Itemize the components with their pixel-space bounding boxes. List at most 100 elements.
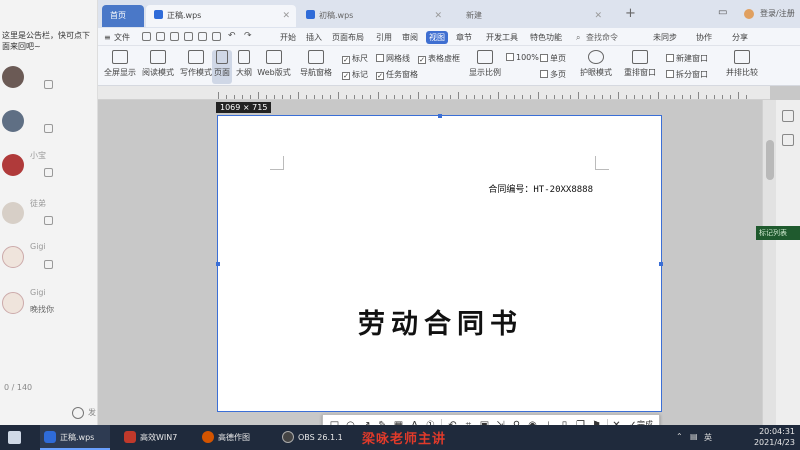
- fullscreen-button[interactable]: 全屏显示: [102, 50, 138, 78]
- chat-row[interactable]: [0, 60, 97, 104]
- print-icon[interactable]: [170, 32, 179, 41]
- web-view-button[interactable]: Web版式: [256, 50, 292, 78]
- writing-mode-button[interactable]: 写作模式: [178, 50, 214, 78]
- menu-insert[interactable]: 插入: [306, 31, 322, 44]
- tab-doc-zhenggao[interactable]: 正稿.wps ✕: [146, 5, 296, 27]
- ruler-tick: [594, 95, 595, 99]
- tab-doc-chugao[interactable]: 初稿.wps ✕: [298, 5, 448, 27]
- compare-button[interactable]: 并排比较: [724, 50, 760, 78]
- ruler-tick: [642, 95, 643, 99]
- menu-references[interactable]: 引用: [376, 31, 392, 44]
- panel-icon[interactable]: [782, 110, 794, 122]
- avatar[interactable]: [744, 9, 754, 19]
- undo-icon[interactable]: ↶: [228, 31, 236, 41]
- search-command[interactable]: 查找命令: [586, 31, 618, 44]
- menu-file[interactable]: 文件: [114, 31, 130, 44]
- menu-review[interactable]: 审阅: [402, 31, 418, 44]
- watermark-text: 梁咏老师主讲: [362, 432, 447, 447]
- outline-button[interactable]: 大纲: [234, 50, 254, 78]
- close-icon[interactable]: ✕: [282, 5, 290, 27]
- menu-view[interactable]: 视图: [426, 31, 448, 44]
- chat-input[interactable]: 发: [88, 407, 96, 418]
- ruler-checkbox[interactable]: ✓ 标尺: [342, 53, 368, 64]
- new-window-button[interactable]: 新建窗口: [666, 53, 708, 64]
- clock-time: 20:04:31: [759, 427, 795, 436]
- network-icon[interactable]: ▤: [690, 432, 698, 441]
- preview-icon[interactable]: [184, 32, 193, 41]
- chat-row[interactable]: 小宝: [0, 148, 97, 192]
- outline-icon: [238, 50, 250, 64]
- table-frame-checkbox[interactable]: ✓ 表格虚框: [418, 53, 460, 64]
- chat-row[interactable]: Gigi: [0, 240, 97, 284]
- chat-row[interactable]: 徒弟: [0, 196, 97, 240]
- format-painter-icon[interactable]: [212, 32, 221, 41]
- ruler-tick: [282, 95, 283, 99]
- export-icon[interactable]: [198, 32, 207, 41]
- window-icon: [666, 54, 674, 62]
- margin-corner: [595, 156, 609, 170]
- markup-list-tag[interactable]: 标记列表: [756, 226, 800, 240]
- clock[interactable]: 20:04:31 2021/4/23: [735, 426, 795, 448]
- ruler-tick: [266, 95, 267, 99]
- input-mode[interactable]: 英: [704, 432, 712, 443]
- menu-features[interactable]: 特色功能: [530, 31, 562, 44]
- start-icon[interactable]: [8, 431, 21, 444]
- taskbar-item-obs[interactable]: OBS 26.1.1: [278, 425, 343, 450]
- gridline-checkbox[interactable]: 网格线: [376, 53, 410, 64]
- taskbar-item-draw[interactable]: 高德作图: [198, 425, 273, 450]
- collab-button[interactable]: 协作: [696, 31, 712, 44]
- minimize-icon[interactable]: ▭: [718, 7, 727, 18]
- button-label: Web版式: [257, 68, 291, 77]
- taskbar-item-wps[interactable]: 正稿.wps: [40, 425, 110, 450]
- single-page-button[interactable]: 单页: [540, 53, 566, 64]
- multi-page-button[interactable]: 多页: [540, 69, 566, 80]
- page-view-button[interactable]: 页面: [212, 50, 232, 84]
- panel-icon[interactable]: [782, 134, 794, 146]
- tab-new[interactable]: 新建 ✕: [458, 5, 608, 27]
- markup-checkbox[interactable]: ✓ 标记: [342, 69, 368, 80]
- login-link[interactable]: 登录/注册: [760, 8, 795, 19]
- search-icon[interactable]: ⌕: [576, 31, 580, 44]
- share-button[interactable]: 分享: [732, 31, 748, 44]
- tray-up-icon[interactable]: ⌃: [676, 432, 683, 441]
- document-page[interactable]: 合同编号：HT-20XX8888 劳动合同书: [216, 114, 663, 412]
- resize-handle[interactable]: [659, 262, 663, 266]
- task-pane-checkbox[interactable]: ✓ 任务窗格: [376, 69, 418, 80]
- fullscreen-icon: [112, 50, 128, 64]
- new-tab-icon[interactable]: +: [625, 6, 636, 21]
- question-icon[interactable]: [72, 407, 84, 419]
- menu-section[interactable]: 章节: [456, 31, 472, 44]
- horizontal-ruler[interactable]: [98, 86, 770, 100]
- menu-developer[interactable]: 开发工具: [486, 31, 518, 44]
- vm-icon: [124, 431, 136, 443]
- zoom-100-button[interactable]: 100%: [506, 53, 539, 62]
- zoom-button[interactable]: 显示比例: [468, 50, 502, 78]
- close-icon[interactable]: ✕: [594, 5, 602, 27]
- resize-handle[interactable]: [438, 114, 442, 118]
- chat-panel: 这里是公告栏，快可点下面来回吧~ 小宝 徒弟 Gigi Gigi 晚找你 0 /…: [0, 0, 98, 425]
- save-icon[interactable]: [156, 32, 165, 41]
- split-window-button[interactable]: 拆分窗口: [666, 69, 708, 80]
- eye-protection-button[interactable]: 护眼模式: [578, 50, 614, 78]
- chat-row[interactable]: Gigi 晚找你: [0, 286, 97, 330]
- menu-layout[interactable]: 页面布局: [332, 31, 364, 44]
- nav-pane-button[interactable]: 导航窗格: [298, 50, 334, 78]
- redo-icon[interactable]: ↷: [244, 31, 252, 41]
- reading-mode-button[interactable]: 阅读模式: [140, 50, 176, 78]
- close-icon[interactable]: ✕: [434, 5, 442, 27]
- arrange-window-button[interactable]: 重排窗口: [622, 50, 658, 78]
- menu-icon[interactable]: ≡: [104, 31, 111, 44]
- chat-row[interactable]: [0, 104, 97, 148]
- open-icon[interactable]: [142, 32, 151, 41]
- ruler-tick: [554, 95, 555, 99]
- sync-status[interactable]: 未同步: [653, 31, 677, 44]
- scroll-thumb[interactable]: [766, 140, 774, 180]
- pages-icon: [540, 70, 548, 78]
- vertical-scrollbar[interactable]: [762, 100, 776, 425]
- tab-home[interactable]: 首页: [102, 5, 144, 27]
- menu-home[interactable]: 开始: [280, 31, 296, 44]
- char-counter: 0 / 140: [4, 383, 33, 392]
- ruler-tick: [306, 95, 307, 99]
- taskbar-item-vm[interactable]: 高效WIN7: [120, 425, 195, 450]
- resize-handle[interactable]: [216, 262, 220, 266]
